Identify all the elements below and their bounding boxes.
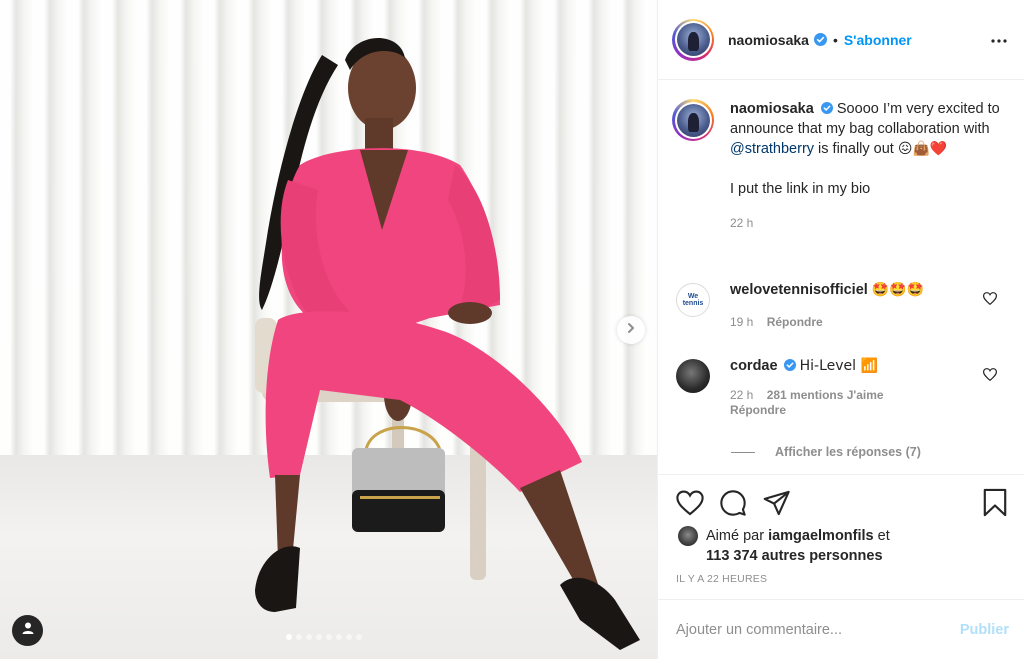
author-username[interactable]: naomiosaka	[728, 32, 809, 48]
carousel-dot	[356, 634, 362, 640]
commenter-avatar-logo: We tennis	[682, 293, 704, 307]
comment-likes[interactable]: 281 mentions J'aime	[767, 388, 884, 402]
post-details-panel: naomiosaka • S'abonner naomiosaka Soooo …	[657, 0, 1024, 659]
publish-button[interactable]: Publier	[960, 622, 1009, 638]
verified-badge-icon	[783, 359, 796, 371]
comment-text: 🤩🤩🤩	[871, 282, 925, 298]
carousel-dot	[306, 634, 312, 640]
caption-text-end: is finally out	[814, 141, 898, 157]
carousel-dot	[286, 634, 292, 640]
post-photo[interactable]	[0, 0, 657, 659]
more-options-icon[interactable]	[991, 30, 1007, 48]
carousel-dot	[346, 634, 352, 640]
comment-icon[interactable]	[719, 489, 747, 522]
heart-icon[interactable]	[982, 292, 998, 310]
liked-by: Aimé par iamgaelmonfils et 113 374 autre…	[678, 526, 890, 566]
post-actions: Aimé par iamgaelmonfils et 113 374 autre…	[658, 474, 1024, 599]
carousel-dots	[286, 634, 362, 640]
post-timestamp[interactable]: Il y a 22 heures	[676, 573, 767, 585]
caption-time: 22 h	[730, 216, 754, 230]
liked-by-prefix: Aimé par	[706, 528, 769, 544]
comment-text: Hi-Level 📶	[799, 358, 878, 374]
reply-button[interactable]: Répondre	[767, 315, 823, 329]
verified-badge-icon	[820, 102, 833, 114]
heart-icon[interactable]	[982, 368, 998, 386]
caption-mention-link[interactable]: @strathberry	[730, 141, 814, 157]
caption-emojis: 😖👜❤️	[897, 141, 948, 157]
liked-by-conjunction: et	[873, 528, 890, 544]
caption-author-avatar[interactable]	[672, 99, 714, 141]
carousel-next-button[interactable]	[617, 316, 645, 344]
carousel-dot	[336, 634, 342, 640]
caption-username[interactable]: naomiosaka	[730, 101, 814, 117]
tagged-users-button[interactable]	[12, 615, 43, 646]
comment-username[interactable]: cordae	[730, 358, 778, 374]
comment-input[interactable]	[676, 621, 960, 638]
likes-count-link[interactable]: 113 374 autres personnes	[706, 548, 883, 564]
carousel-dot	[296, 634, 302, 640]
add-comment-bar: Publier	[658, 599, 1024, 659]
comments-section[interactable]: naomiosaka Soooo I’m very excited to ann…	[658, 81, 1024, 474]
liker-username[interactable]: iamgaelmonfils	[768, 528, 874, 544]
heart-icon[interactable]	[676, 490, 704, 521]
commenter-avatar[interactable]: We tennis	[676, 283, 710, 317]
verified-badge-icon	[813, 33, 827, 46]
carousel-dot	[326, 634, 332, 640]
comment-item: cordae Hi-Level 📶 22 h 281 mentions J'ai…	[676, 356, 1021, 418]
carousel-dot	[316, 634, 322, 640]
comment-item: We tennis welovetennisofficiel 🤩🤩🤩 19 h …	[676, 280, 1021, 332]
post-header: naomiosaka • S'abonner	[658, 0, 1024, 80]
separator-bullet: •	[832, 31, 838, 48]
chevron-right-icon	[625, 321, 637, 339]
view-replies-label: Afficher les réponses (7)	[775, 445, 921, 459]
follow-button[interactable]: S'abonner	[844, 32, 912, 48]
post-caption: naomiosaka Soooo I’m very excited to ann…	[672, 99, 1017, 233]
comment-time: 19 h	[730, 315, 754, 329]
replies-divider	[731, 451, 755, 453]
reply-button[interactable]: Répondre	[730, 403, 786, 417]
caption-second-paragraph: I put the link in my bio	[730, 181, 871, 197]
comment-username[interactable]: welovetennisofficiel	[730, 282, 868, 298]
view-replies-button[interactable]: Afficher les réponses (7)	[731, 445, 921, 459]
liker-avatar[interactable]	[678, 526, 698, 546]
bookmark-icon[interactable]	[983, 488, 1007, 522]
share-icon[interactable]	[763, 490, 791, 521]
model-illustration	[255, 37, 640, 650]
comment-time: 22 h	[730, 388, 754, 402]
author-avatar[interactable]	[672, 18, 714, 61]
user-icon	[21, 621, 35, 640]
commenter-avatar[interactable]	[676, 359, 710, 393]
